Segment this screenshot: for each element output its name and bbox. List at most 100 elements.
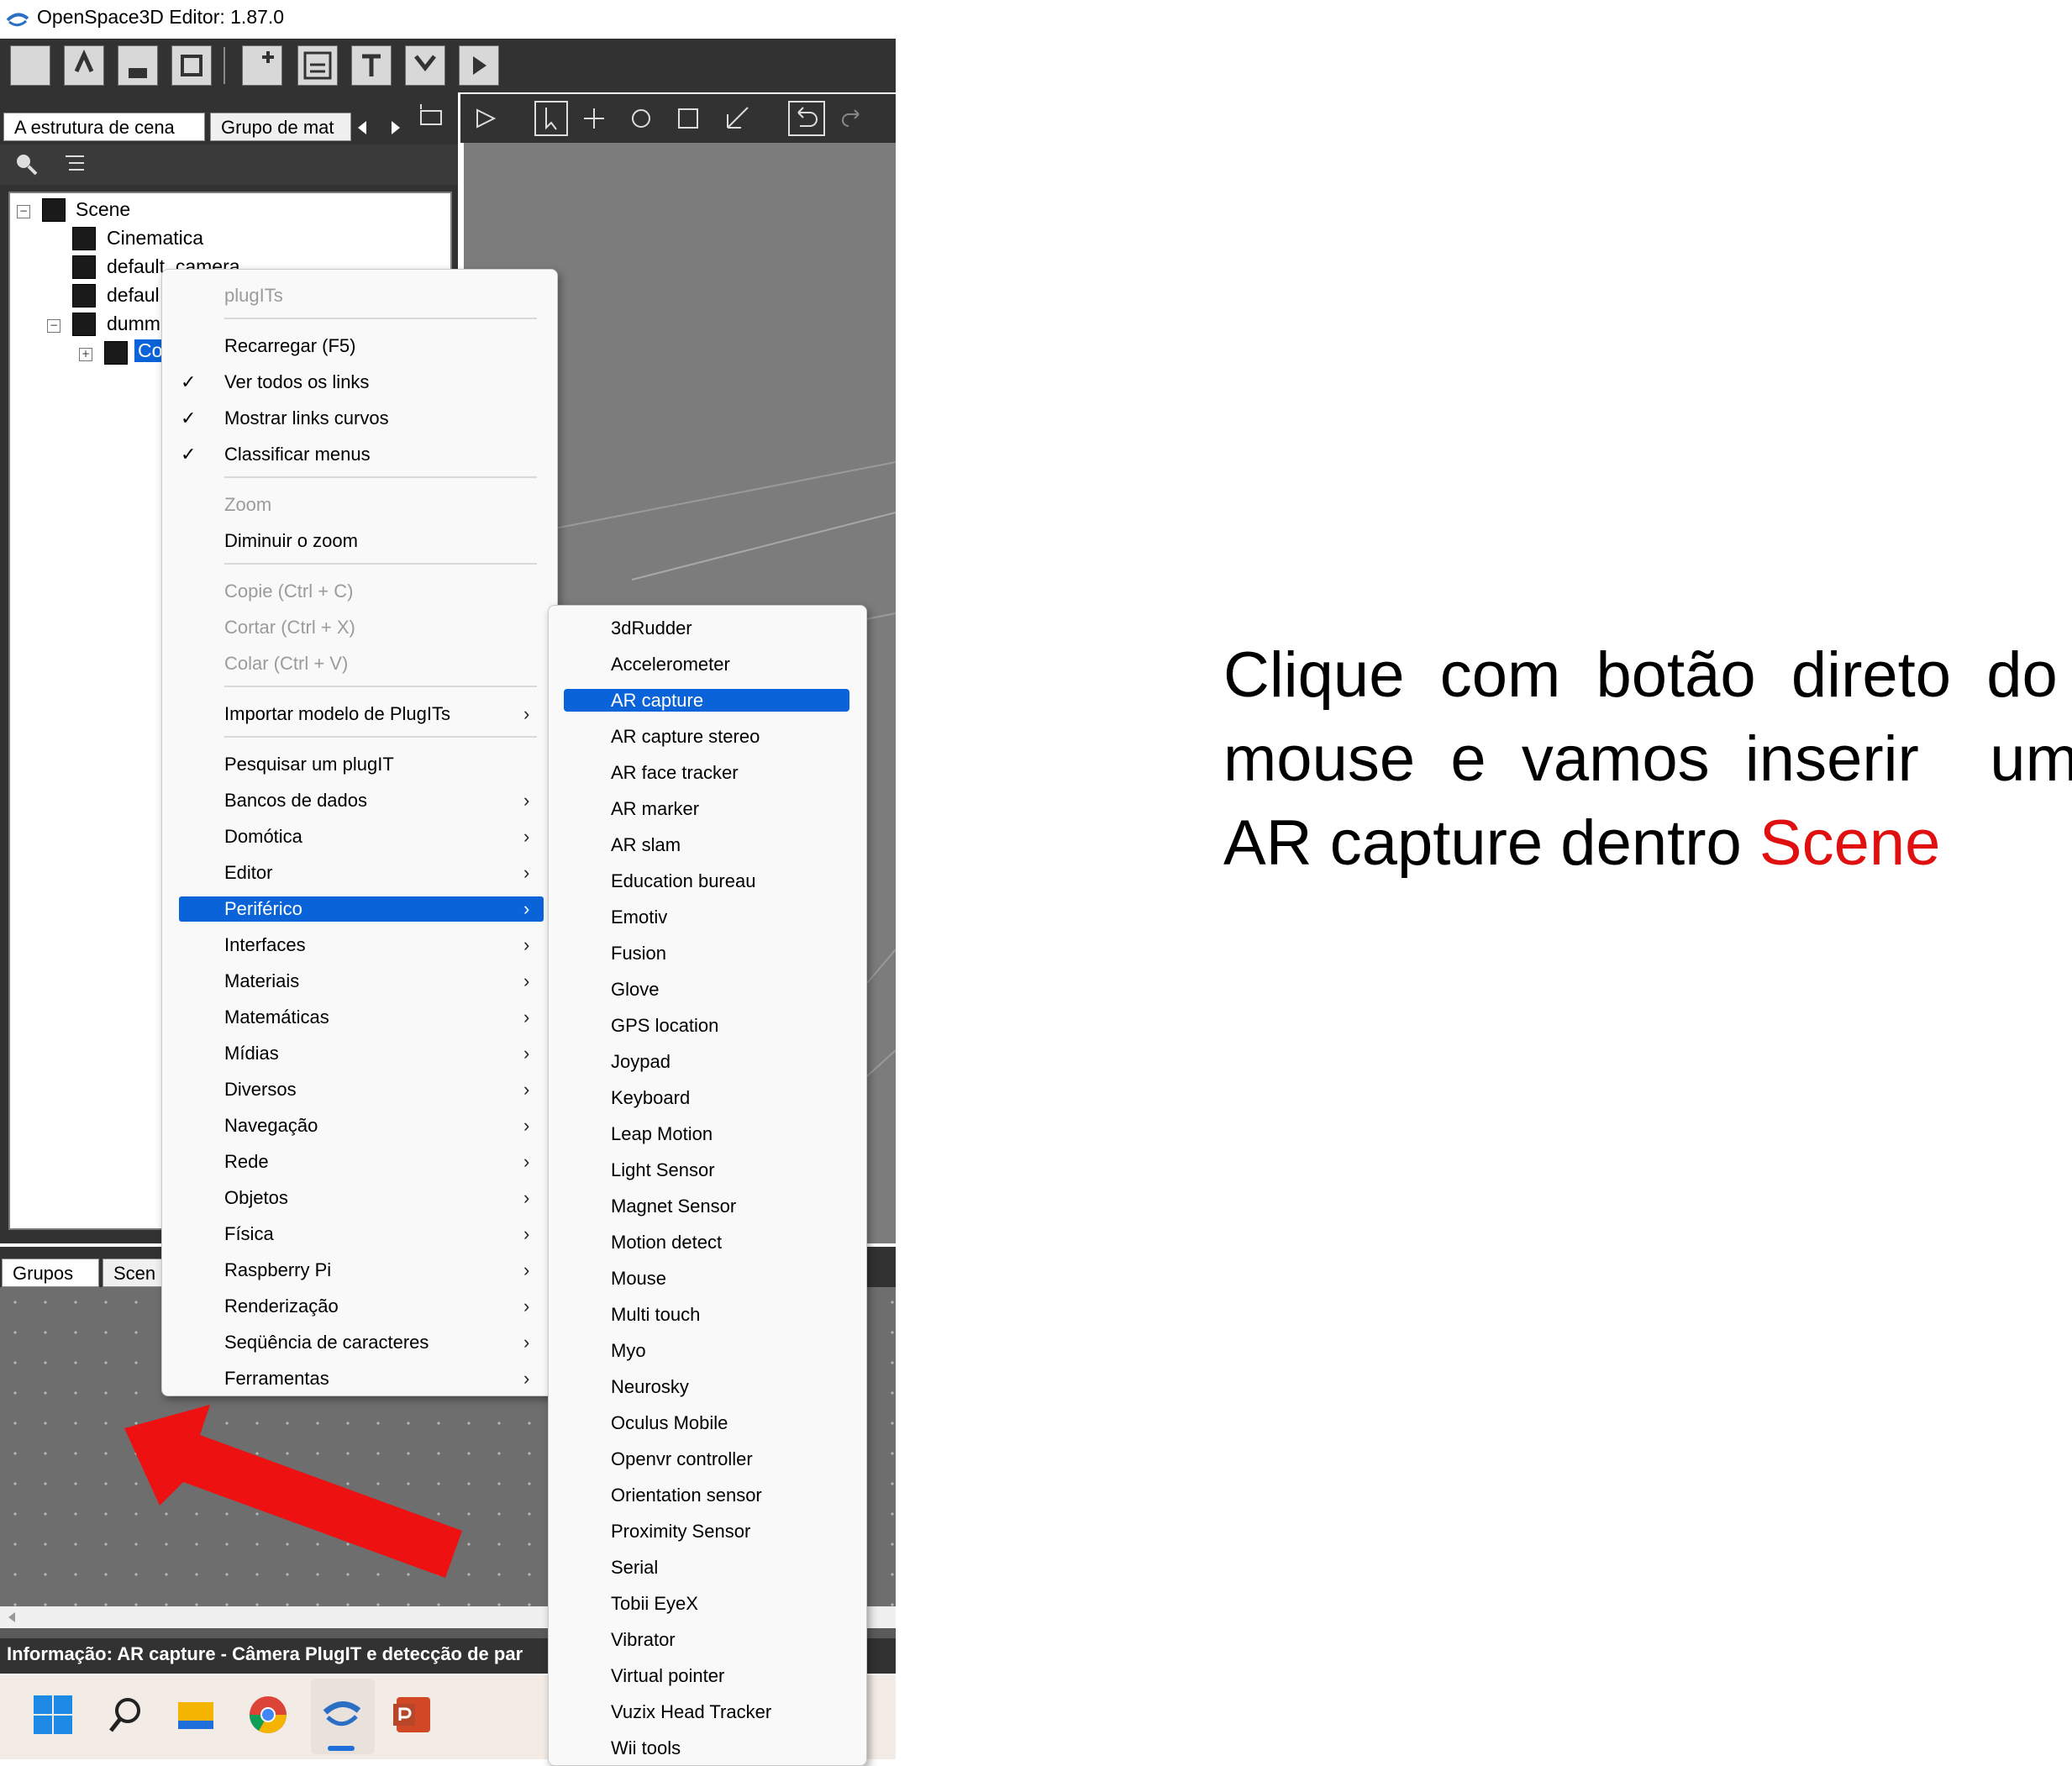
calculator-icon[interactable] <box>297 45 338 86</box>
submenu-item-emotiv[interactable]: Emotiv <box>549 901 866 933</box>
submenu-item-motion-detect[interactable]: Motion detect <box>549 1227 866 1259</box>
submenu-item-tobii-eyex[interactable]: Tobii EyeX <box>549 1588 866 1620</box>
submenu-item-glove[interactable]: Glove <box>549 974 866 1006</box>
menu-item-network[interactable]: Rede › <box>162 1146 557 1178</box>
submenu-item-oculus-mobile[interactable]: Oculus Mobile <box>549 1407 866 1439</box>
text-tool-icon[interactable] <box>351 45 392 86</box>
scroll-left-icon[interactable] <box>7 1611 17 1623</box>
search-icon[interactable] <box>104 1694 146 1736</box>
menu-item-domotics[interactable]: Domótica › <box>162 821 557 853</box>
menu-item-cut: Cortar (Ctrl + X) <box>224 617 355 638</box>
menu-item-misc[interactable]: Diversos › <box>162 1074 557 1106</box>
submenu-item-3drudder[interactable]: 3dRudder <box>549 612 866 644</box>
menu-item-mathematics[interactable]: Matemáticas › <box>162 1001 557 1033</box>
submenu-item-openvr-controller[interactable]: Openvr controller <box>549 1443 866 1475</box>
submenu-item-ar-capture[interactable]: AR capture <box>549 685 866 717</box>
submenu-item-ar-capture-stereo[interactable]: AR capture stereo <box>549 721 866 753</box>
menu-item-objects[interactable]: Objetos › <box>162 1182 557 1214</box>
tab-scroll-left-icon[interactable] <box>356 119 370 136</box>
submenu-item-vibrator[interactable]: Vibrator <box>549 1624 866 1656</box>
play-icon[interactable] <box>472 106 497 131</box>
new-file-icon[interactable] <box>10 45 50 86</box>
submenu-item-joypad[interactable]: Joypad <box>549 1046 866 1078</box>
undo-icon[interactable] <box>788 101 825 136</box>
tree-item-cinematica[interactable]: Cinematica <box>107 227 203 250</box>
submenu-item-myo[interactable]: Myo <box>549 1335 866 1367</box>
save-as-icon[interactable] <box>171 45 212 86</box>
submenu-item-proximity-sensor[interactable]: Proximity Sensor <box>549 1516 866 1548</box>
menu-item-interfaces[interactable]: Interfaces › <box>162 929 557 961</box>
tab-groups[interactable]: Grupos <box>2 1259 99 1287</box>
menu-item-databases[interactable]: Bancos de dados › <box>162 785 557 817</box>
submenu-item-ar-marker[interactable]: AR marker <box>549 793 866 825</box>
submenu-item-ar-face-tracker[interactable]: AR face tracker <box>549 757 866 789</box>
submenu-item-multi-touch[interactable]: Multi touch <box>549 1299 866 1331</box>
submenu-item-gps-location[interactable]: GPS location <box>549 1010 866 1042</box>
save-icon[interactable] <box>118 45 158 86</box>
chevron-right-icon: › <box>523 1007 530 1028</box>
scale-icon[interactable] <box>676 106 701 131</box>
chrome-icon[interactable] <box>247 1694 289 1736</box>
submenu-item-accelerometer[interactable]: Accelerometer <box>549 649 866 681</box>
menu-item-peripheral[interactable]: Periférico › <box>162 893 557 925</box>
menu-item-search-plugit[interactable]: Pesquisar um plugIT <box>162 749 557 781</box>
chevron-right-icon: › <box>523 1332 530 1353</box>
windows-start-icon[interactable] <box>32 1694 74 1736</box>
menu-item-import-template[interactable]: Importar modelo de PlugITs › <box>162 698 557 730</box>
list-view-icon[interactable] <box>62 151 87 176</box>
world-axis-icon[interactable] <box>723 102 753 133</box>
menu-item-materials[interactable]: Materiais › <box>162 965 557 997</box>
select-cursor-icon[interactable] <box>534 101 568 136</box>
menu-item-show-all-links[interactable]: ✓ Ver todos os links <box>162 366 557 398</box>
chevron-right-icon: › <box>523 1187 530 1208</box>
menu-item-rendering[interactable]: Renderização › <box>162 1290 557 1322</box>
submenu-item-education-bureau[interactable]: Education bureau <box>549 865 866 897</box>
submenu-item-vuzix-head-tracker[interactable]: Vuzix Head Tracker <box>549 1696 866 1728</box>
submenu-item-virtual-pointer[interactable]: Virtual pointer <box>549 1660 866 1692</box>
tab-scroll-right-icon[interactable] <box>388 119 402 136</box>
menu-item-zoom-out[interactable]: Diminuir o zoom <box>162 525 557 557</box>
menu-item-physics[interactable]: Física › <box>162 1218 557 1250</box>
menu-item-reload[interactable]: Recarregar (F5) <box>162 330 557 362</box>
menu-item-curved-links[interactable]: ✓ Mostrar links curvos <box>162 402 557 434</box>
menu-item-navigation[interactable]: Navegação › <box>162 1110 557 1142</box>
submenu-item-fusion[interactable]: Fusion <box>549 938 866 970</box>
submenu-item-leap-motion[interactable]: Leap Motion <box>549 1118 866 1150</box>
powerpoint-icon[interactable] <box>392 1694 434 1736</box>
tree-item-scene[interactable]: Scene <box>76 198 130 221</box>
tab-scene[interactable]: Scen <box>103 1259 166 1287</box>
file-explorer-icon[interactable] <box>175 1694 217 1736</box>
add-folder-icon[interactable] <box>242 45 282 86</box>
search-icon[interactable] <box>13 151 39 176</box>
menu-item-sort-menus[interactable]: ✓ Classificar menus <box>162 439 557 470</box>
submenu-item-orientation-sensor[interactable]: Orientation sensor <box>549 1480 866 1511</box>
tree-item-default-light[interactable]: defaul <box>107 284 160 307</box>
menu-item-media[interactable]: Mídias › <box>162 1038 557 1070</box>
submenu-item-magnet-sensor[interactable]: Magnet Sensor <box>549 1190 866 1222</box>
tab-scene-structure[interactable]: A estrutura de cena <box>3 113 205 141</box>
menu-item-tools[interactable]: Ferramentas › <box>162 1363 557 1395</box>
rotate-icon[interactable] <box>628 106 654 131</box>
move-icon[interactable] <box>581 106 607 131</box>
redo-icon[interactable] <box>840 106 865 131</box>
expand-toggle[interactable]: + <box>79 348 92 361</box>
submenu-item-light-sensor[interactable]: Light Sensor <box>549 1154 866 1186</box>
submenu-item-keyboard[interactable]: Keyboard <box>549 1082 866 1114</box>
submenu-item-ar-slam[interactable]: AR slam <box>549 829 866 861</box>
play-icon[interactable] <box>459 45 499 86</box>
import-icon[interactable] <box>405 45 445 86</box>
openspace3d-icon[interactable] <box>321 1694 363 1736</box>
tree-item-dummy[interactable]: dumm <box>107 313 160 335</box>
submenu-item-wii-tools[interactable]: Wii tools <box>549 1732 866 1764</box>
submenu-item-neurosky[interactable]: Neurosky <box>549 1371 866 1403</box>
submenu-item-mouse[interactable]: Mouse <box>549 1263 866 1295</box>
menu-item-strings[interactable]: Seqüência de caracteres › <box>162 1327 557 1359</box>
menu-item-editor[interactable]: Editor › <box>162 857 557 889</box>
detach-panel-icon[interactable] <box>418 102 444 128</box>
open-folder-icon[interactable] <box>64 45 104 86</box>
collapse-toggle[interactable]: − <box>47 319 60 333</box>
tab-material-group[interactable]: Grupo de mat <box>210 113 351 141</box>
collapse-toggle[interactable]: − <box>17 205 30 218</box>
menu-item-raspberry-pi[interactable]: Raspberry Pi › <box>162 1254 557 1286</box>
submenu-item-serial[interactable]: Serial <box>549 1552 866 1584</box>
